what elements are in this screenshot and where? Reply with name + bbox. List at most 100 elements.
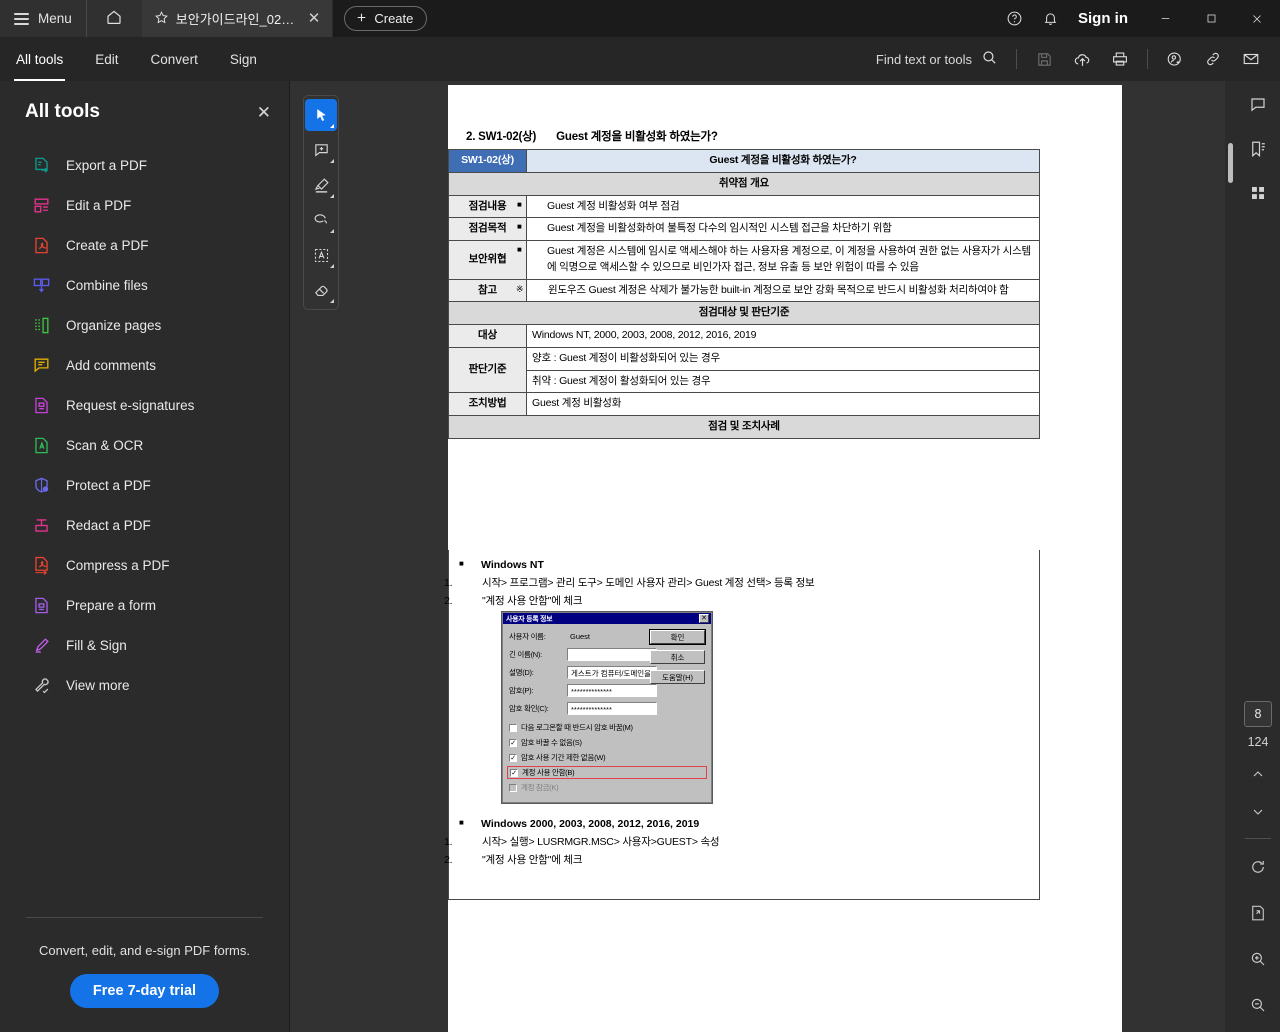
sidebar-item-add-comments[interactable]: Add comments — [0, 345, 289, 385]
step-text: "계정 사용 안함"에 체크 — [482, 854, 583, 867]
dialog-field-confirm-password: 암호 확인(C): ************** — [509, 702, 657, 716]
mail-icon[interactable] — [1232, 40, 1270, 78]
dialog-checkbox-password-never-expires[interactable]: 암호 사용 기간 제한 없음(W) — [509, 751, 705, 764]
vertical-scrollbar[interactable] — [1225, 81, 1236, 1032]
hamburger-icon — [14, 12, 29, 25]
select-cursor-icon — [316, 108, 326, 121]
protect-pdf-icon — [31, 475, 51, 495]
sidebar-item-request-e-signatures[interactable]: Request e-signatures — [0, 385, 289, 425]
page-heading: 2. SW1-02(상) Guest 계정을 비활성화 하였는가? — [466, 128, 718, 144]
checkbox-icon[interactable] — [509, 723, 517, 732]
page-number-input[interactable]: 8 — [1244, 701, 1272, 727]
right-rail-top-group — [1239, 81, 1277, 212]
dialog-checkbox-must-change-password[interactable]: 다음 로그온할 때 반드시 암호 바꿈(M) — [509, 721, 705, 734]
highlighter-tool[interactable] — [305, 169, 337, 201]
dialog-checkbox-account-disabled[interactable]: 계정 사용 안함(B) — [507, 766, 707, 780]
free-trial-button[interactable]: Free 7-day trial — [69, 974, 220, 1008]
text-select-tool[interactable] — [305, 239, 337, 271]
tab-convert[interactable]: Convert — [135, 37, 214, 81]
sidebar-item-protect-a-pdf[interactable]: Protect a PDF — [0, 465, 289, 505]
sidebar-item-compress-a-pdf[interactable]: Compress a PDF — [0, 545, 289, 585]
create-button[interactable]: Create — [344, 6, 428, 31]
add-comment-icon — [314, 143, 328, 157]
bookmarks-panel-icon[interactable] — [1239, 130, 1277, 168]
home-button[interactable] — [85, 0, 142, 37]
sidebar-close-icon[interactable]: ✕ — [257, 104, 271, 121]
table-cell-text: 윈도우즈 Guest 계정은 삭제가 불가능한 built-in 계정으로 보안… — [548, 283, 1009, 296]
sidebar-item-label: Request e-signatures — [66, 397, 195, 413]
example-title: ■ Windows NT — [449, 559, 1039, 574]
find-text-or-tools[interactable]: Find text or tools — [876, 49, 1008, 69]
confirm-password-input[interactable]: ************** — [567, 702, 657, 716]
lasso-select-tool[interactable] — [305, 204, 337, 236]
scrollbar-thumb[interactable] — [1228, 143, 1233, 183]
example-step: 2. "계정 사용 안함"에 체크 — [444, 592, 1039, 610]
eraser-tool[interactable] — [305, 274, 337, 306]
document-tab[interactable]: 보안가이드라인_02_윈도... ✕ — [141, 0, 334, 37]
step-number: 2. — [444, 854, 453, 867]
link-icon[interactable] — [1194, 40, 1232, 78]
sidebar-item-organize-pages[interactable]: Organize pages — [0, 305, 289, 345]
dialog-checkbox-cannot-change-password[interactable]: 암호 바꿀 수 없음(S) — [509, 736, 705, 749]
sidebar-item-label: Combine files — [66, 277, 148, 293]
save-icon[interactable] — [1025, 40, 1063, 78]
tab-edit[interactable]: Edit — [79, 37, 134, 81]
star-icon[interactable] — [154, 10, 169, 28]
password-input[interactable]: ************** — [567, 684, 657, 698]
sidebar-item-fill-and-sign[interactable]: Fill & Sign — [0, 625, 289, 665]
dialog-checkbox-account-locked-out: 계정 잠금(K) — [509, 781, 705, 794]
add-comment-tool[interactable] — [305, 134, 337, 166]
sidebar-item-create-a-pdf[interactable]: Create a PDF — [0, 225, 289, 265]
search-icon[interactable] — [981, 49, 998, 69]
checkbox-icon[interactable] — [509, 738, 517, 747]
help-circle-icon[interactable] — [996, 0, 1032, 37]
fit-page-button[interactable] — [1239, 894, 1277, 932]
next-page-button[interactable] — [1239, 793, 1277, 831]
eraser-icon — [314, 285, 328, 296]
rotate-button[interactable] — [1239, 848, 1277, 886]
tab-sign-label: Sign — [229, 51, 257, 67]
table-cell-label: 점검내용 — [448, 194, 527, 219]
menu-button[interactable]: Menu — [0, 0, 86, 37]
dialog-help-button[interactable]: 도움말(H) — [650, 670, 705, 685]
close-button[interactable] — [1234, 0, 1280, 37]
thumbnails-panel-icon[interactable] — [1239, 174, 1277, 212]
step-number: 1. — [444, 836, 453, 849]
print-icon[interactable] — [1101, 40, 1139, 78]
dialog-cancel-button[interactable]: 취소 — [650, 650, 705, 665]
chevron-corner-icon — [330, 194, 334, 198]
dialog-titlebar: 사용자 등록 정보 ✕ — [503, 613, 711, 625]
dialog-close-icon[interactable]: ✕ — [699, 614, 709, 624]
cloud-upload-icon[interactable] — [1063, 40, 1101, 78]
select-cursor-tool[interactable] — [305, 99, 337, 131]
chevron-down-icon — [1253, 809, 1263, 815]
sidebar-item-edit-a-pdf[interactable]: Edit a PDF — [0, 185, 289, 225]
add-person-icon[interactable] — [1156, 40, 1194, 78]
sidebar-item-label: Scan & OCR — [66, 437, 144, 453]
maximize-button[interactable] — [1188, 0, 1234, 37]
tab-close-icon[interactable]: ✕ — [305, 11, 324, 26]
tab-sign[interactable]: Sign — [214, 37, 273, 81]
zoom-in-button[interactable] — [1239, 940, 1277, 978]
sidebar-item-redact-a-pdf[interactable]: Redact a PDF — [0, 505, 289, 545]
zoom-out-button[interactable] — [1239, 986, 1277, 1024]
sidebar-item-prepare-a-form[interactable]: Prepare a form — [0, 585, 289, 625]
sidebar-item-export-a-pdf[interactable]: Export a PDF — [0, 145, 289, 185]
comments-panel-icon[interactable] — [1239, 86, 1277, 124]
fullname-input[interactable] — [567, 648, 657, 662]
dialog-ok-button[interactable]: 확인 — [650, 630, 705, 645]
chevron-corner-icon — [330, 159, 334, 163]
sign-in-button[interactable]: Sign in — [1068, 10, 1142, 27]
checkbox-icon[interactable] — [509, 753, 517, 762]
checkbox-label: 암호 바꿀 수 없음(S) — [521, 738, 582, 748]
description-input[interactable]: 게스트가 컴퓨터/도메인을 액세스하도록 내장된 계정 — [567, 666, 657, 680]
previous-page-button[interactable] — [1239, 755, 1277, 793]
sidebar-item-scan-and-ocr[interactable]: Scan & OCR — [0, 425, 289, 465]
minimize-button[interactable] — [1142, 0, 1188, 37]
sidebar-item-combine-files[interactable]: Combine files — [0, 265, 289, 305]
tab-all-tools[interactable]: All tools — [0, 37, 79, 81]
bell-icon[interactable] — [1032, 0, 1068, 37]
example-step: 1. 시작> 실행> LUSRMGR.MSC> 사용자>GUEST> 속성 — [444, 833, 1039, 851]
checkbox-icon[interactable] — [510, 768, 518, 777]
sidebar-item-view-more[interactable]: View more — [0, 665, 289, 705]
